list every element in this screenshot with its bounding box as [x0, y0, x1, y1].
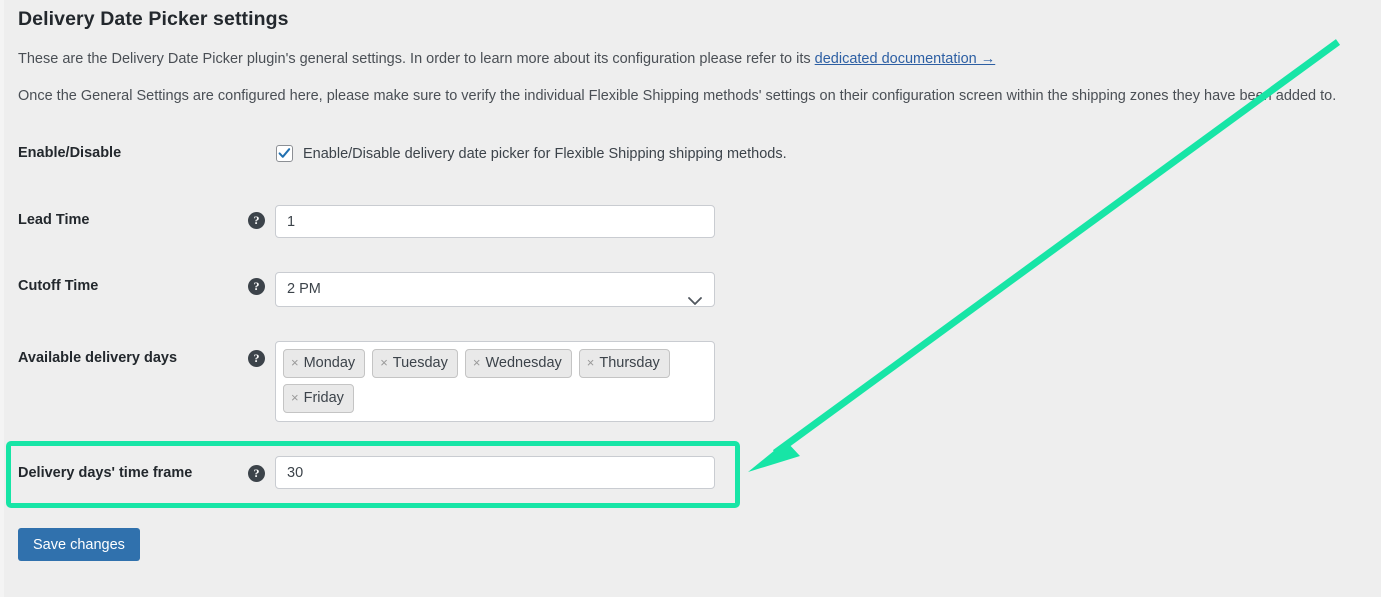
help-icon-cutoff-time[interactable]: ?: [248, 278, 265, 295]
help-icon-available-delivery-days[interactable]: ?: [248, 350, 265, 367]
intro-text-1: These are the Delivery Date Picker plugi…: [18, 51, 815, 67]
available-delivery-days-multiselect[interactable]: × Monday × Tuesday × Wednesday × Thursda…: [275, 341, 715, 422]
remove-chip-icon[interactable]: ×: [291, 388, 299, 408]
label-cutoff-time: Cutoff Time: [18, 278, 99, 294]
checkmark-icon: [278, 148, 291, 158]
remove-chip-icon[interactable]: ×: [473, 353, 481, 373]
chip-tuesday[interactable]: × Tuesday: [372, 349, 458, 378]
save-changes-button[interactable]: Save changes: [18, 528, 140, 561]
enable-disable-checkbox-wrap[interactable]: Enable/Disable delivery date picker for …: [276, 145, 787, 162]
settings-page: Delivery Date Picker settings These are …: [0, 0, 1381, 597]
chip-friday[interactable]: × Friday: [283, 384, 354, 413]
enable-disable-checkbox[interactable]: [276, 145, 293, 162]
chevron-down-icon: [688, 286, 702, 319]
cutoff-time-selected-value: 2 PM: [287, 281, 321, 297]
remove-chip-icon[interactable]: ×: [380, 353, 388, 373]
chip-label: Friday: [303, 390, 344, 406]
label-available-delivery-days: Available delivery days: [18, 350, 178, 366]
chip-label: Tuesday: [392, 355, 448, 371]
left-edge-strip: [0, 0, 4, 597]
chip-thursday[interactable]: × Thursday: [578, 349, 670, 378]
enable-disable-checkbox-label: Enable/Disable delivery date picker for …: [303, 145, 787, 162]
delivery-days-time-frame-input[interactable]: [275, 456, 715, 489]
cutoff-time-select[interactable]: 2 PM: [275, 272, 715, 307]
intro-paragraph-2: Once the General Settings are configured…: [18, 88, 1337, 104]
chip-label: Wednesday: [485, 355, 562, 371]
lead-time-input[interactable]: [275, 205, 715, 238]
help-icon-lead-time[interactable]: ?: [248, 212, 265, 229]
intro-paragraph-1: These are the Delivery Date Picker plugi…: [18, 51, 995, 67]
chip-label: Thursday: [599, 355, 660, 371]
remove-chip-icon[interactable]: ×: [291, 353, 299, 373]
page-title: Delivery Date Picker settings: [18, 8, 289, 30]
label-lead-time: Lead Time: [18, 212, 90, 228]
chip-monday[interactable]: × Monday: [283, 349, 366, 378]
help-icon-delivery-days-time-frame[interactable]: ?: [248, 465, 265, 482]
label-delivery-days-time-frame: Delivery days' time frame: [18, 465, 193, 481]
chip-label: Monday: [303, 355, 356, 371]
dedicated-documentation-link[interactable]: dedicated documentation →: [815, 51, 996, 67]
remove-chip-icon[interactable]: ×: [587, 353, 595, 373]
label-enable-disable: Enable/Disable: [18, 145, 122, 161]
chip-wednesday[interactable]: × Wednesday: [464, 349, 572, 378]
